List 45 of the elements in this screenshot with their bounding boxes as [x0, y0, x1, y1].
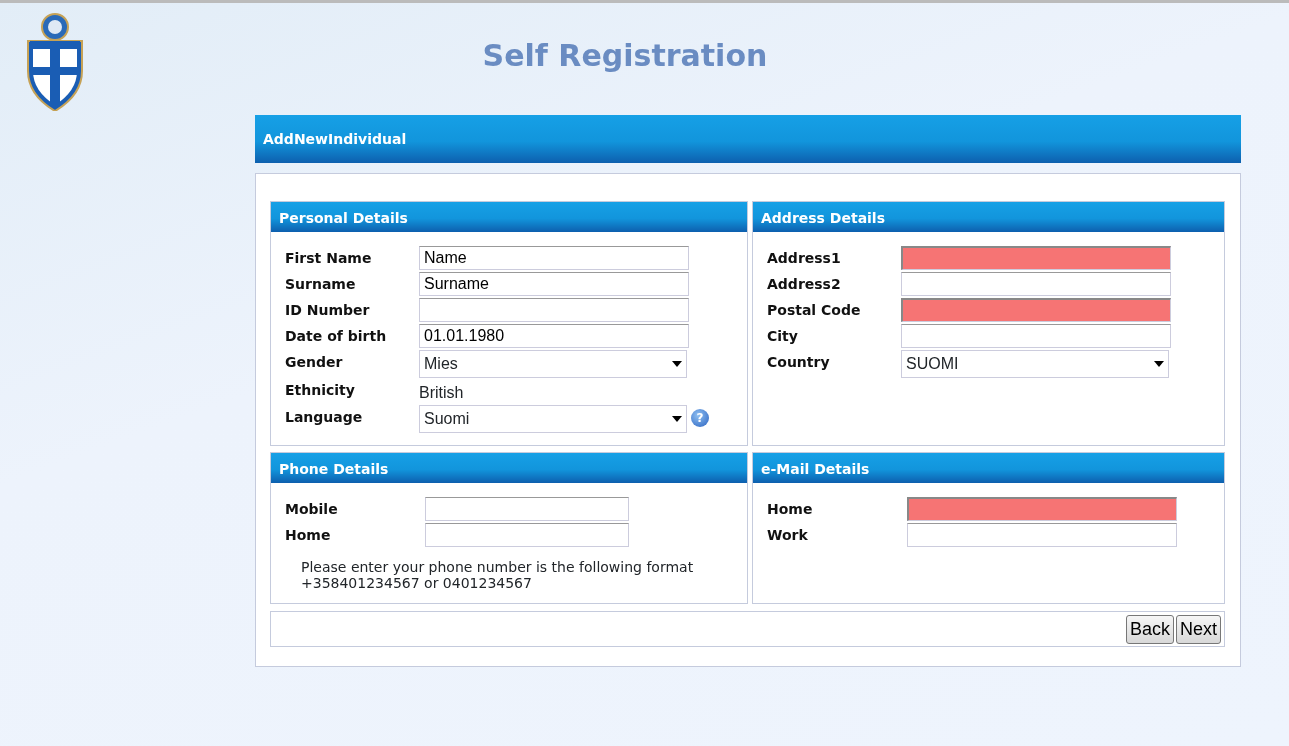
field-label: Postal Code	[767, 301, 862, 320]
field-label: Work	[767, 526, 809, 545]
hint-text: Please enter your phone number is the following format +358401234567 or 0401234567	[301, 559, 695, 592]
panel-header: AddNewIndividual	[255, 115, 1241, 163]
input-field[interactable]	[419, 298, 689, 322]
caret-icon	[672, 361, 682, 367]
input-field[interactable]: Name	[419, 246, 689, 270]
field-label: Gender	[285, 353, 344, 372]
field-label: Ethnicity	[285, 381, 356, 400]
dropdown[interactable]: SUOMI	[901, 350, 1169, 378]
input-field[interactable]	[901, 324, 1171, 348]
nav-button[interactable]: Back	[1125, 614, 1174, 644]
field-label: Country	[767, 353, 831, 372]
field-label: Date of birth	[285, 327, 388, 346]
input-field[interactable]	[425, 497, 629, 521]
field-label: Language	[285, 408, 364, 427]
page-title: Self Registration	[481, 37, 769, 75]
section-header: Phone Details	[271, 453, 747, 483]
field-label: Address2	[767, 275, 842, 294]
field-label: Surname	[285, 275, 357, 294]
input-field[interactable]	[907, 497, 1177, 521]
section-header: Personal Details	[271, 202, 747, 232]
input-field[interactable]: 01.01.1980	[419, 324, 689, 348]
field-value: British	[419, 383, 464, 403]
field-label: Home	[767, 500, 814, 519]
input-field[interactable]	[907, 523, 1177, 547]
field-label: ID Number	[285, 301, 371, 320]
field-label: Mobile	[285, 500, 339, 519]
dropdown[interactable]: Mies	[419, 350, 687, 378]
caret-icon	[1154, 361, 1164, 367]
input-field[interactable]	[425, 523, 629, 547]
field-label: Address1	[767, 249, 842, 268]
input-field[interactable]	[901, 272, 1171, 296]
caret-icon	[672, 416, 682, 422]
nav-button[interactable]: Next	[1176, 614, 1221, 644]
shield-logo-icon	[24, 11, 86, 111]
input-field[interactable]	[901, 298, 1171, 322]
section-header: e-Mail Details	[753, 453, 1224, 483]
section-header: Address Details	[753, 202, 1224, 232]
field-label: Home	[285, 526, 332, 545]
input-field[interactable]: Surname	[419, 272, 689, 296]
input-field[interactable]	[901, 246, 1171, 270]
field-label: First Name	[285, 249, 373, 268]
dropdown[interactable]: Suomi	[419, 405, 687, 433]
field-label: City	[767, 327, 799, 346]
